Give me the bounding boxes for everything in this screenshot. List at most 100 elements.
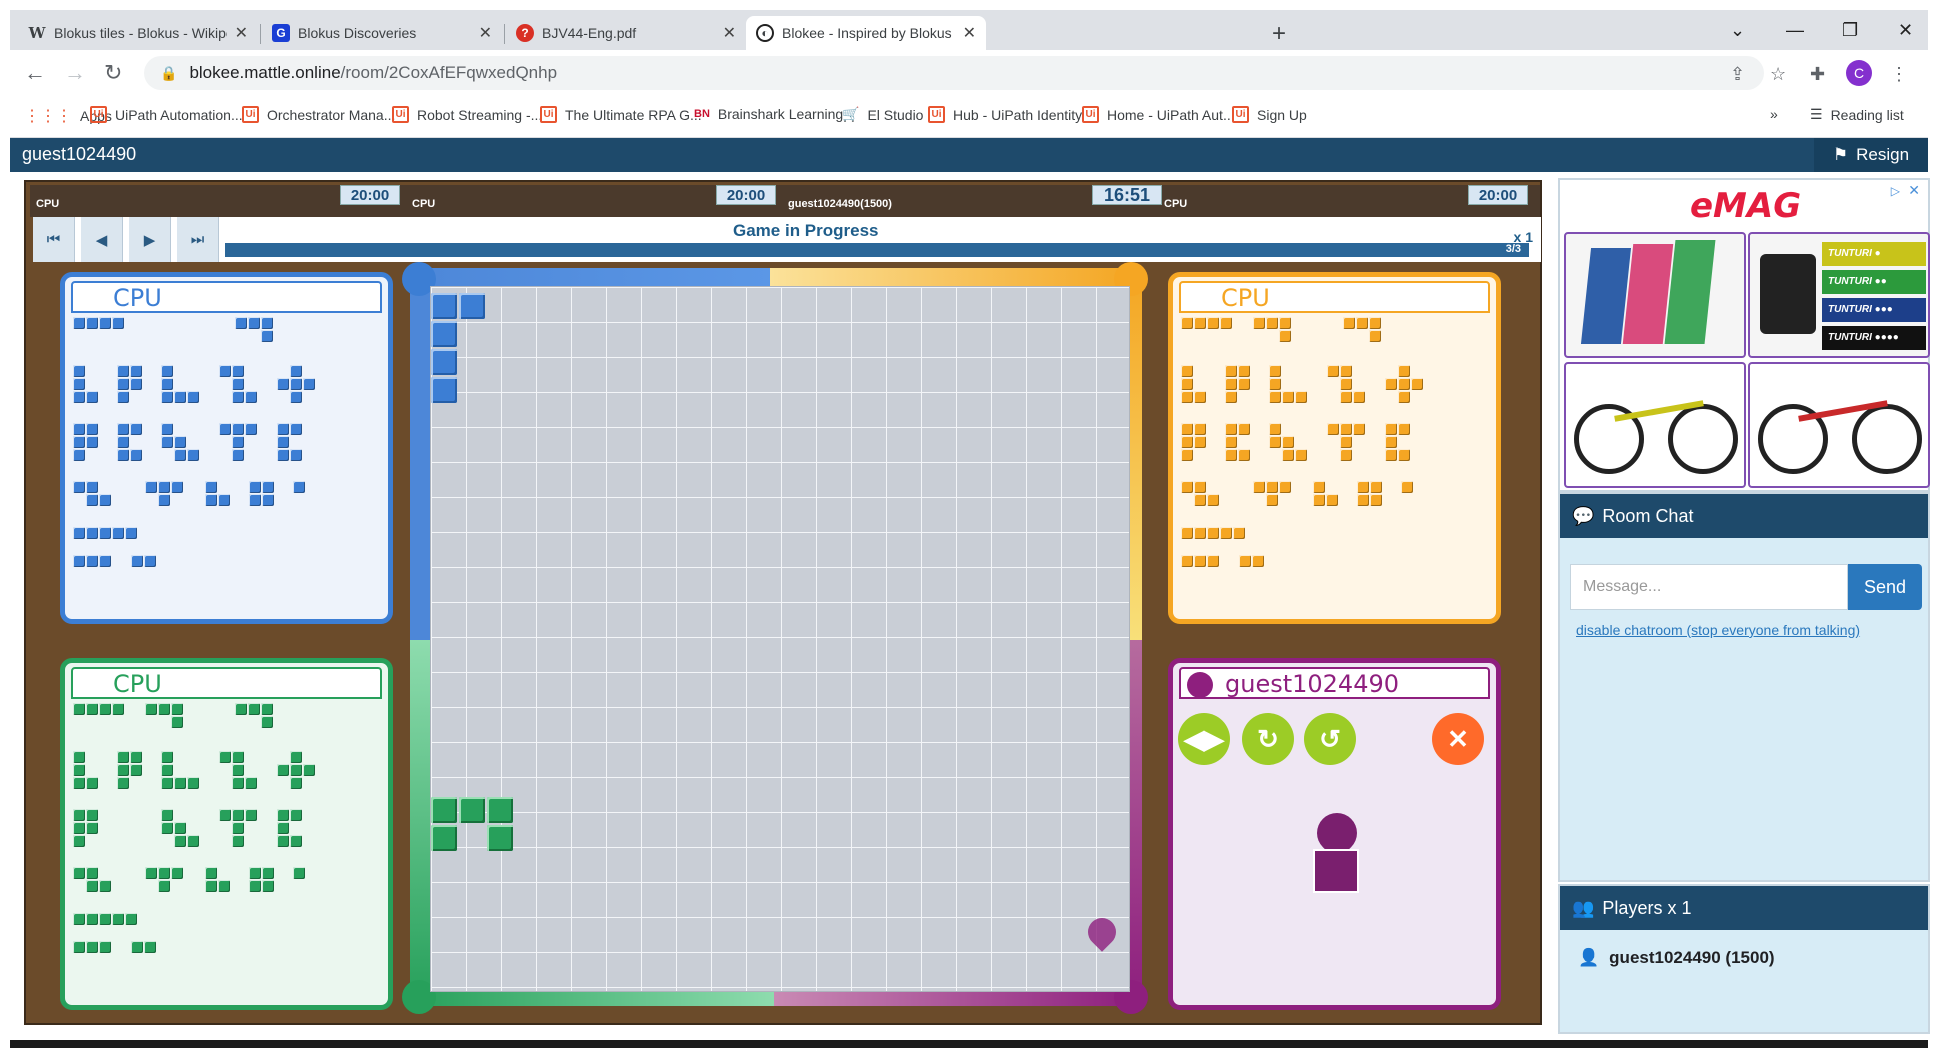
piece-cell	[73, 764, 85, 776]
piece-cell	[1327, 423, 1339, 435]
piece-cell	[1194, 527, 1206, 539]
player-name: guest1024490 (1500)	[1609, 948, 1775, 967]
piece-cell	[86, 867, 98, 879]
close-window-button[interactable]: ✕	[1898, 20, 1913, 41]
url-path: /room/2CoxAfEFqwxedQnhp	[340, 63, 558, 82]
piece-cell	[1181, 391, 1193, 403]
rotate-counterclockwise-button[interactable]: ↺	[1304, 713, 1356, 765]
star-icon[interactable]: ☆	[1770, 64, 1786, 85]
selected-piece-marker[interactable]	[1308, 804, 1366, 895]
piece-cell	[145, 481, 157, 493]
share-icon[interactable]: ⇪	[1730, 64, 1745, 85]
bookmark-sign-up[interactable]: Ui Sign Up	[1232, 106, 1307, 123]
move-progress-bar[interactable]: 3/3	[225, 243, 1529, 257]
piece-cell	[86, 941, 98, 953]
menu-icon[interactable]: ⋮	[1890, 64, 1908, 85]
pdf-error-icon: ?	[516, 24, 534, 42]
rotate-clockwise-button[interactable]: ↻	[1242, 713, 1294, 765]
piece-cell	[290, 391, 302, 403]
piece-cell	[117, 365, 129, 377]
piece-cell	[1225, 365, 1237, 377]
bookmark-orchestrator[interactable]: Ui Orchestrator Mana...	[242, 106, 395, 123]
minimize-button[interactable]: —	[1786, 20, 1804, 41]
piece-cell	[117, 449, 129, 461]
piece-cell	[1313, 481, 1325, 493]
tab-blokee[interactable]: ◐ Blokee - Inspired by Blokus - Onl ✕	[746, 16, 986, 50]
uipath-icon: Ui	[540, 106, 557, 123]
game-status: Game in Progress	[733, 221, 879, 240]
reading-list-button[interactable]: ☰ Reading list	[1810, 106, 1904, 123]
purple-player-pieces: guest1024490	[1168, 658, 1501, 1010]
profile-avatar[interactable]: C	[1846, 60, 1872, 86]
blue-player-pieces: CPU	[60, 272, 393, 624]
back-icon[interactable]: ←	[24, 60, 46, 86]
new-tab-button[interactable]: +	[1272, 20, 1286, 48]
piece-cell	[99, 494, 111, 506]
reload-icon[interactable]: ↻	[104, 60, 122, 86]
ad-resistance-bands[interactable]	[1564, 232, 1746, 358]
first-move-button[interactable]: ⏮	[33, 217, 75, 262]
bookmark-ultimate-rpa[interactable]: Ui The Ultimate RPA G...	[540, 106, 702, 123]
next-move-button[interactable]: ▶	[129, 217, 171, 262]
ad-bike-red[interactable]	[1748, 362, 1930, 488]
piece-cell	[1253, 481, 1265, 493]
ad-bike-yellow[interactable]	[1564, 362, 1746, 488]
disable-chatroom-link[interactable]: disable chatroom (stop everyone from tal…	[1576, 622, 1860, 638]
extensions-icon[interactable]: ✚	[1810, 64, 1825, 85]
adchoices-icon[interactable]: ▷	[1891, 184, 1900, 198]
piece-cell	[290, 378, 302, 390]
tab-wikipedia[interactable]: W Blokus tiles - Blokus - Wikipedia ✕	[18, 16, 258, 50]
playback-speed[interactable]: x 1	[1514, 229, 1533, 245]
close-icon[interactable]: ✕	[723, 23, 736, 43]
blokee-icon: ◐	[756, 24, 774, 42]
resign-button[interactable]: ⚑ Resign	[1814, 138, 1928, 172]
piece-cell	[245, 809, 257, 821]
bookmark-label: Sign Up	[1257, 106, 1307, 123]
restore-button[interactable]: ❐	[1842, 20, 1858, 41]
bookmark-hub-uipath[interactable]: Ui Hub - UiPath Identity	[928, 106, 1082, 123]
close-icon[interactable]: ✕	[479, 23, 492, 43]
bookmark-brainshark[interactable]: BN Brainshark Learning	[694, 106, 843, 122]
bookmark-uipath-automation[interactable]: Ui UiPath Automation...	[90, 106, 243, 123]
message-input[interactable]: Message...	[1570, 564, 1848, 610]
piece-cell	[1326, 494, 1338, 506]
close-icon[interactable]: ✕	[963, 23, 976, 43]
ad-tunturi-bands[interactable]: TUNTURI ● TUNTURI ●● TUNTURI ●●● TUNTURI…	[1748, 232, 1930, 358]
piece-cell	[262, 867, 274, 879]
piece-cell	[219, 423, 231, 435]
send-button[interactable]: Send	[1848, 564, 1922, 610]
resign-label: Resign	[1856, 145, 1910, 164]
tab-pdf[interactable]: ? BJV44-Eng.pdf ✕	[506, 16, 746, 50]
bookmark-el-studio[interactable]: 🛒 El Studio	[842, 106, 923, 123]
piece-cell	[117, 436, 129, 448]
forward-icon[interactable]: →	[64, 60, 86, 86]
username-label: guest1024490	[22, 144, 137, 164]
piece-cell	[145, 867, 157, 879]
piece-cell	[1225, 391, 1237, 403]
piece-cell	[232, 449, 244, 461]
bookmark-robot-streaming[interactable]: Ui Robot Streaming -...	[392, 106, 542, 123]
piece-cell	[1181, 378, 1193, 390]
piece-cell	[232, 378, 244, 390]
last-move-button[interactable]: ⏭	[177, 217, 219, 262]
game-board-grid[interactable]	[430, 286, 1130, 992]
board-tile-green	[487, 797, 513, 823]
players-header: 👥 Players x 1	[1560, 886, 1928, 930]
more-bookmarks-button[interactable]: »	[1770, 106, 1778, 122]
piece-cell	[1266, 494, 1278, 506]
flip-button[interactable]: ◀▶	[1178, 713, 1230, 765]
close-ad-icon[interactable]: ✕	[1908, 182, 1920, 199]
piece-cell	[1385, 423, 1397, 435]
tab-search-icon[interactable]: ⌄	[1730, 20, 1745, 41]
address-bar[interactable]: 🔒 blokee.mattle.online/room/2CoxAfEFqwxe…	[144, 56, 1764, 90]
pass-button[interactable]: ✕	[1432, 713, 1484, 765]
tab-separator	[504, 24, 505, 44]
piece-cell	[293, 867, 305, 879]
piece-cell	[1207, 555, 1219, 567]
tab-blokus-discoveries[interactable]: G Blokus Discoveries ✕	[262, 16, 502, 50]
advertisement[interactable]: eMAG ▷ ✕ TUNTURI ● TUNTURI ●● TUNTURI ●●…	[1558, 178, 1930, 492]
bookmark-home-uipath[interactable]: Ui Home - UiPath Aut...	[1082, 106, 1235, 123]
close-icon[interactable]: ✕	[235, 23, 248, 43]
piece-cell	[1181, 423, 1193, 435]
previous-move-button[interactable]: ◀	[81, 217, 123, 262]
